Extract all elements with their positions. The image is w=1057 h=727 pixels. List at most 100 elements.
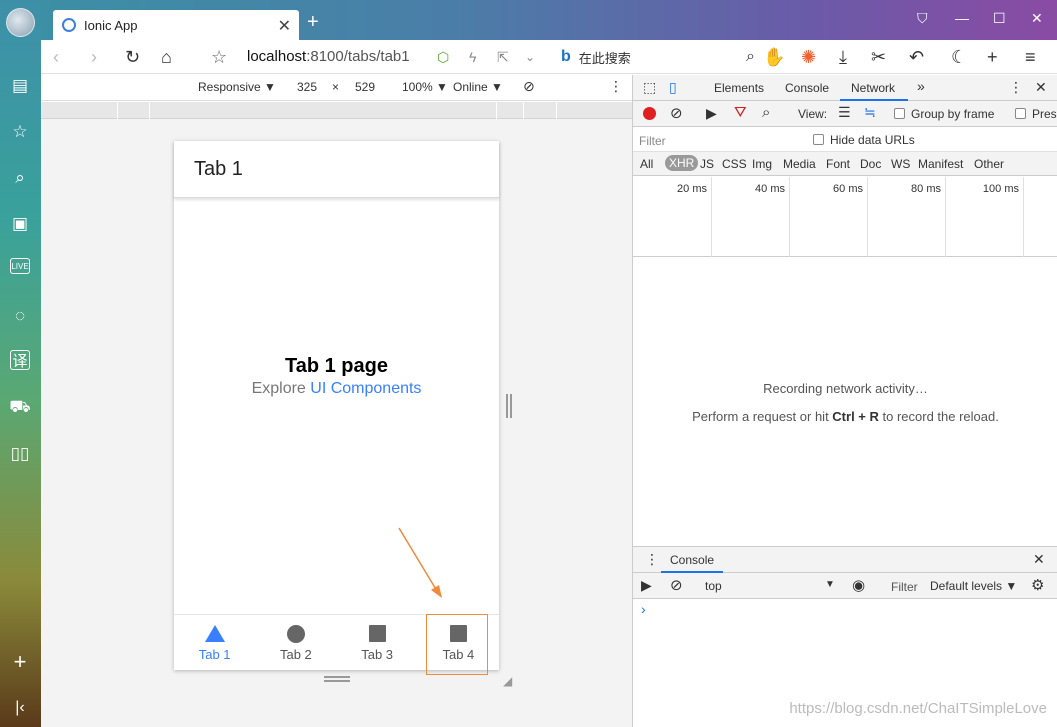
url-field[interactable]: localhost:8100/tabs/tab1 bbox=[247, 48, 410, 65]
rotate-icon[interactable]: ⊘ bbox=[523, 78, 535, 95]
home-icon[interactable]: ⌂ bbox=[161, 46, 172, 68]
media-query-ruler[interactable] bbox=[41, 102, 632, 119]
list-view-icon[interactable]: ☰ bbox=[838, 104, 851, 121]
more-tabs-icon[interactable]: » bbox=[917, 78, 925, 94]
sidebar-toggle-icon[interactable]: ▶ bbox=[641, 577, 652, 594]
search-icon[interactable]: ⌕ bbox=[746, 48, 755, 66]
console-filter-input[interactable]: Filter bbox=[891, 580, 918, 594]
close-tab-icon[interactable]: ✕ bbox=[278, 16, 291, 36]
cart-icon[interactable]: ⛟ bbox=[8, 396, 32, 420]
add-icon[interactable]: + bbox=[987, 46, 998, 68]
context-dropdown-icon[interactable]: ▼ bbox=[825, 579, 835, 590]
forward-icon[interactable]: › bbox=[91, 46, 97, 68]
type-js[interactable]: JS bbox=[700, 157, 714, 171]
devtools-close-icon[interactable]: ✕ bbox=[1035, 79, 1047, 96]
width-input[interactable]: 325 bbox=[287, 78, 327, 97]
more-options-icon[interactable]: ⋮ bbox=[609, 78, 623, 95]
filter-input[interactable]: Filter bbox=[639, 134, 666, 148]
download-icon[interactable]: ⤓ bbox=[839, 46, 847, 68]
tab-network[interactable]: Network bbox=[851, 81, 895, 95]
resize-handle-bottom[interactable] bbox=[324, 676, 350, 682]
undo-icon[interactable]: ↶ bbox=[909, 46, 924, 68]
network-select[interactable]: Online ▼ bbox=[453, 80, 503, 94]
eye-icon[interactable]: ◉ bbox=[852, 576, 865, 594]
clear-icon[interactable]: ⊘ bbox=[670, 104, 683, 122]
search-icon[interactable]: ⌕ bbox=[8, 166, 32, 190]
skin-icon[interactable]: ⛉ bbox=[917, 10, 928, 27]
preserve-log-checkbox[interactable]: Pres bbox=[1015, 107, 1057, 121]
console-settings-icon[interactable]: ⚙ bbox=[1031, 576, 1044, 594]
screenshot-icon[interactable]: ▶ bbox=[706, 105, 717, 122]
extension-icon[interactable]: ✺ bbox=[801, 46, 816, 68]
ruler-segment bbox=[556, 102, 557, 119]
log-levels-select[interactable]: Default levels ▼ bbox=[930, 579, 1017, 593]
drawer-tab-console[interactable]: Console bbox=[670, 553, 714, 567]
record-icon[interactable] bbox=[643, 107, 656, 120]
browser-sidebar: ▤ ☆ ⌕ ▣ LIVE ◌ 译 ⛟ ▯▯ + |‹ bbox=[0, 0, 41, 727]
preserve-label: Pres bbox=[1032, 107, 1057, 121]
browser-tab[interactable]: Ionic App ✕ bbox=[53, 10, 299, 40]
tab-elements[interactable]: Elements bbox=[714, 81, 764, 95]
chat-icon[interactable]: ◌ bbox=[8, 304, 32, 328]
hide-data-urls-checkbox[interactable]: Hide data URLs bbox=[813, 133, 915, 147]
lightning-icon[interactable]: ϟ bbox=[469, 46, 476, 68]
night-mode-icon[interactable]: ☾ bbox=[951, 46, 967, 68]
collapse-icon[interactable]: |‹ bbox=[8, 696, 32, 720]
live-icon[interactable]: LIVE bbox=[10, 258, 30, 274]
type-img[interactable]: Img bbox=[752, 157, 772, 171]
ruler-segment bbox=[149, 102, 150, 119]
type-other[interactable]: Other bbox=[974, 157, 1004, 171]
adblock-icon[interactable]: ✋ bbox=[763, 46, 785, 68]
console-prompt[interactable]: › bbox=[641, 601, 646, 617]
waterfall-icon[interactable]: ≒ bbox=[864, 104, 876, 121]
type-xhr[interactable]: XHR bbox=[665, 155, 699, 171]
tab-console[interactable]: Console bbox=[785, 81, 829, 95]
type-all[interactable]: All bbox=[640, 157, 653, 171]
group-by-frame-checkbox[interactable]: Group by frame bbox=[894, 107, 994, 121]
drawer-close-icon[interactable]: ✕ bbox=[1033, 551, 1045, 568]
responsive-select[interactable]: Responsive ▼ bbox=[198, 80, 276, 94]
bookmark-star-icon[interactable]: ☆ bbox=[211, 46, 227, 68]
type-media[interactable]: Media bbox=[783, 157, 816, 171]
book-icon[interactable]: ▯▯ bbox=[8, 442, 32, 466]
filter-icon[interactable]: ⛛ bbox=[734, 104, 747, 121]
search-placeholder: 在此搜索 bbox=[578, 50, 631, 66]
inspect-icon[interactable]: ⬚ bbox=[643, 79, 656, 96]
clear-console-icon[interactable]: ⊘ bbox=[670, 576, 683, 594]
user-avatar[interactable] bbox=[6, 8, 35, 37]
star-icon[interactable]: ☆ bbox=[8, 120, 32, 144]
video-icon[interactable]: ▣ bbox=[8, 212, 32, 236]
devtools-menu-icon[interactable]: ⋮ bbox=[1009, 79, 1023, 96]
context-select[interactable]: top bbox=[705, 579, 722, 593]
view-label: View: bbox=[798, 107, 828, 121]
resize-handle-corner[interactable]: ◢ bbox=[503, 674, 512, 688]
search-network-icon[interactable]: ⌕ bbox=[762, 104, 770, 121]
close-window-button[interactable]: ✕ bbox=[1031, 10, 1043, 27]
type-doc[interactable]: Doc bbox=[860, 157, 881, 171]
zoom-select[interactable]: 100% ▼ bbox=[402, 80, 448, 94]
reload-icon[interactable]: ↻ bbox=[125, 46, 140, 68]
timeline-tick: 40 ms bbox=[712, 177, 790, 257]
plus-icon[interactable]: + bbox=[8, 649, 32, 674]
menu-icon[interactable]: ≡ bbox=[1025, 46, 1036, 68]
resize-handle-right[interactable] bbox=[506, 394, 512, 418]
type-font[interactable]: Font bbox=[826, 157, 850, 171]
list-icon[interactable]: ▤ bbox=[8, 74, 32, 98]
type-manifest[interactable]: Manifest bbox=[918, 157, 963, 171]
scissors-icon[interactable]: ✂ bbox=[871, 46, 886, 68]
translate-icon[interactable]: 译 bbox=[10, 350, 30, 370]
type-css[interactable]: CSS bbox=[722, 157, 747, 171]
drawer-menu-icon[interactable]: ⋮ bbox=[645, 551, 659, 568]
resource-type-filters: All XHR JS CSS Img Media Font Doc WS Man… bbox=[633, 152, 1057, 176]
search-box[interactable]: b 在此搜索 ⌕ bbox=[561, 45, 755, 69]
back-icon[interactable]: ‹ bbox=[53, 46, 59, 68]
type-ws[interactable]: WS bbox=[891, 157, 910, 171]
height-input[interactable]: 529 bbox=[345, 78, 385, 97]
device-toggle-icon[interactable]: ▯ bbox=[669, 79, 677, 96]
share-icon[interactable]: ⇱ bbox=[497, 46, 509, 68]
maximize-button[interactable]: ☐ bbox=[993, 10, 1006, 27]
new-tab-button[interactable]: + bbox=[307, 12, 319, 32]
dropdown-icon[interactable]: ⌄ bbox=[525, 46, 535, 68]
nodejs-icon[interactable]: ⬡ bbox=[437, 46, 449, 68]
minimize-button[interactable]: — bbox=[955, 10, 969, 26]
